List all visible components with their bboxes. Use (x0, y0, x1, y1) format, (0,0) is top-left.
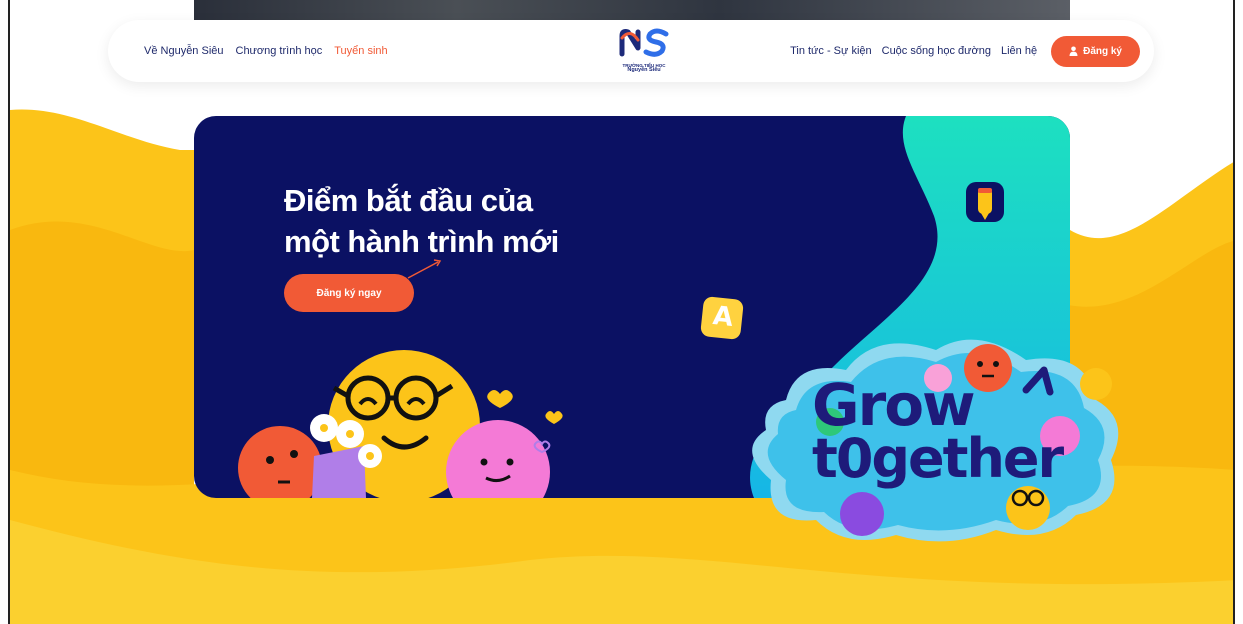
pencil-badge-icon (966, 182, 1004, 222)
nav-link-contact[interactable]: Liên hệ (1001, 45, 1037, 57)
hero-title: Điểm bắt đầu của một hành trình mới (284, 180, 644, 262)
heart-icon (487, 390, 513, 408)
register-now-button[interactable]: Đăng ký ngay (284, 274, 414, 312)
hero-title-line2: một hành trình mới (284, 224, 559, 259)
nav-link-about[interactable]: Về Nguyễn Siêu (144, 45, 224, 57)
orange-face-icon (238, 426, 322, 498)
nav-link-news[interactable]: Tin tức - Sự kiện (790, 45, 872, 57)
user-icon (1069, 46, 1078, 56)
grow-together-sticker: Grow t0gether (726, 330, 1136, 550)
logo-caption-line2: Nguyễn Siêu (627, 67, 661, 73)
letter-a-label: A (711, 301, 735, 333)
nav-link-school-life[interactable]: Cuộc sống học đường (882, 45, 991, 57)
nav-left-group: Về Nguyễn Siêu Chương trình học Tuyển si… (144, 20, 388, 82)
ns-logo-icon (619, 28, 669, 57)
page-frame: Về Nguyễn Siêu Chương trình học Tuyển si… (8, 0, 1235, 624)
grow-together-text: Grow t0gether (812, 376, 1064, 490)
nav-link-admissions[interactable]: Tuyển sinh (334, 45, 387, 57)
heart-icon (545, 411, 563, 424)
navbar: Về Nguyễn Siêu Chương trình học Tuyển si… (108, 20, 1154, 82)
header-photo-strip (194, 0, 1070, 20)
nav-right-group: Tin tức - Sự kiện Cuộc sống học đường Li… (790, 20, 1140, 82)
register-button[interactable]: Đăng ký (1051, 35, 1140, 67)
hero-title-line1: Điểm bắt đầu của (284, 183, 533, 218)
sticker-line2: t0gether (812, 427, 1064, 490)
register-button-label: Đăng ký (1083, 45, 1122, 57)
nav-link-curriculum[interactable]: Chương trình học (236, 45, 323, 57)
school-logo[interactable]: TRƯỜNG TIỂU HỌC Nguyễn Siêu (616, 26, 672, 76)
